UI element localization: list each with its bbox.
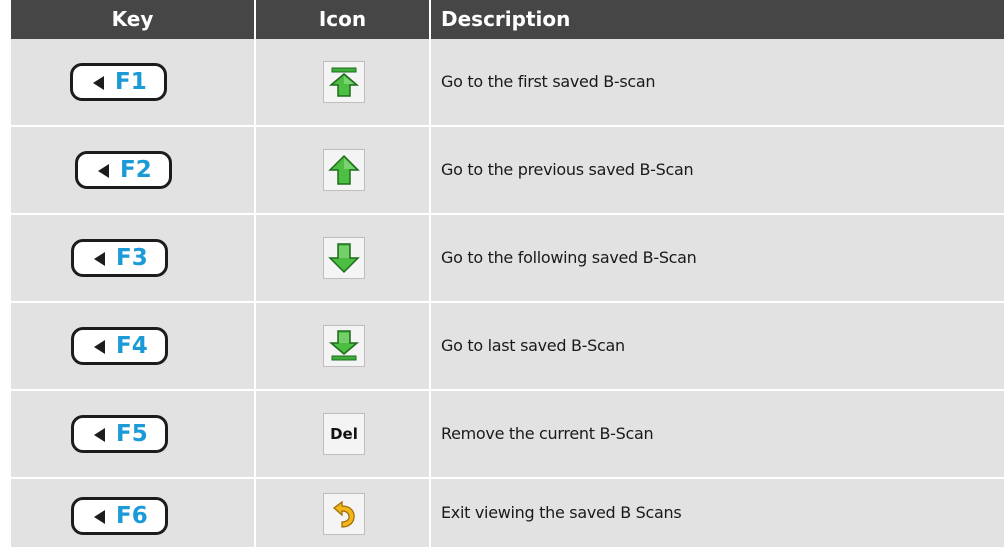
row-description: Go to the first saved B-scan [441,72,656,91]
previous-scan-icon [323,149,365,191]
f6-key: F6 [71,497,168,535]
row-description: Go to the previous saved B-Scan [441,160,694,179]
table-row: F4 Go to last saved B-Scan [11,303,1004,389]
first-scan-icon [323,61,365,103]
left-triangle-icon [94,252,105,266]
delete-icon: Del [323,413,365,455]
key-label: F4 [116,333,148,359]
left-triangle-icon [94,340,105,354]
f4-key: F4 [71,327,168,365]
left-triangle-icon [94,510,105,524]
key-reference-table: Key Icon Description F1 Go to the first … [11,0,1004,547]
key-label: F5 [116,421,148,447]
table-row: F6 Exit viewing the saved B Scans [11,479,1004,547]
key-label: F6 [116,503,148,529]
row-description: Go to last saved B-Scan [441,336,625,355]
next-scan-icon [323,237,365,279]
f3-key: F3 [71,239,168,277]
f1-key: F1 [70,63,167,101]
row-description: Go to the following saved B-Scan [441,248,697,267]
table-row: F1 Go to the first saved B-scan [11,39,1004,125]
column-divider [429,0,431,547]
row-description: Exit viewing the saved B Scans [441,503,682,522]
header-icon: Icon [318,7,367,31]
delete-icon-label: Del [330,425,358,443]
exit-icon [323,493,365,535]
header-description: Description [441,7,571,31]
header-key: Key [111,7,154,31]
row-description: Remove the current B-Scan [441,424,654,443]
table-header: Key Icon Description [11,0,1004,39]
left-triangle-icon [98,164,109,178]
key-label: F2 [120,157,152,183]
key-label: F3 [116,245,148,271]
left-triangle-icon [94,428,105,442]
left-triangle-icon [93,76,104,90]
column-divider [254,0,256,547]
last-scan-icon [323,325,365,367]
f5-key: F5 [71,415,168,453]
table-row: F2 Go to the previous saved B-Scan [11,127,1004,213]
f2-key: F2 [75,151,172,189]
table-row: F3 Go to the following saved B-Scan [11,215,1004,301]
table-row: F5 Del Remove the current B-Scan [11,391,1004,477]
key-label: F1 [115,69,147,95]
